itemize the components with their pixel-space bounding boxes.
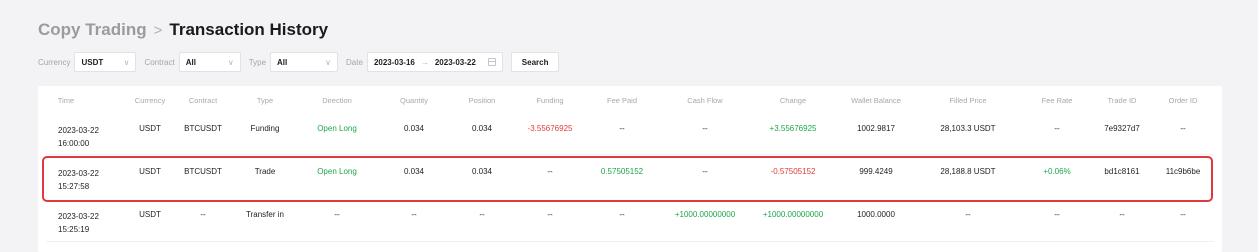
header-type: Type bbox=[256, 96, 274, 105]
time-clock: 15:27:58 bbox=[58, 182, 90, 191]
header-time: Time bbox=[57, 96, 75, 105]
wallet-balance-cell: 999.4249 bbox=[859, 167, 893, 176]
date-label: Date bbox=[346, 57, 363, 67]
header-wallet-balance: Wallet Balance bbox=[851, 96, 901, 105]
direction-cell: -- bbox=[334, 210, 340, 219]
date-range-picker[interactable]: 2023-03-16 → 2023-03-22 bbox=[366, 52, 503, 72]
header-fee-rate: Fee Rate bbox=[1041, 96, 1073, 105]
currency-cell: USDT bbox=[139, 167, 161, 176]
contract-cell: -- bbox=[200, 210, 206, 219]
funding-cell: -- bbox=[547, 167, 553, 176]
currency-cell: USDT bbox=[139, 210, 161, 219]
time-clock: 15:25:19 bbox=[58, 225, 90, 234]
fee-rate-cell: -- bbox=[1054, 124, 1060, 133]
chevron-down-icon: ∨ bbox=[325, 57, 332, 67]
cash-flow-cell: +1000.00000000 bbox=[674, 210, 736, 219]
header-contract: Contract bbox=[188, 96, 218, 105]
funding-cell: -3.55676925 bbox=[527, 124, 573, 133]
fee-paid-cell: -- bbox=[619, 210, 625, 219]
cash-flow-cell: -- bbox=[702, 124, 708, 133]
page-title: Transaction History bbox=[169, 20, 329, 39]
header-quantity: Quantity bbox=[400, 96, 428, 105]
currency-select[interactable]: USDT ∨ bbox=[74, 52, 137, 72]
time-date: 2023-03-22 bbox=[58, 212, 99, 221]
type-select-value: All bbox=[277, 57, 288, 67]
breadcrumb-separator-icon: > bbox=[153, 21, 163, 39]
row-divider bbox=[46, 154, 1214, 155]
type-cell: Transfer in bbox=[246, 210, 284, 219]
arrow-right-icon: → bbox=[420, 57, 429, 67]
header-direction: Direction bbox=[322, 96, 352, 105]
header-fee-paid: Fee Paid bbox=[606, 96, 638, 105]
order-id-cell: 11c9b6be bbox=[1165, 167, 1201, 176]
wallet-balance-cell: 1002.9817 bbox=[857, 124, 895, 133]
currency-cell: USDT bbox=[139, 124, 161, 133]
time-date: 2023-03-22 bbox=[58, 169, 99, 178]
trade-id-cell: 7e9327d7 bbox=[1104, 124, 1140, 133]
trade-id-cell: bd1c8161 bbox=[1104, 167, 1140, 176]
currency-select-value: USDT bbox=[81, 57, 104, 67]
type-select[interactable]: All ∨ bbox=[270, 52, 339, 72]
time-clock: 16:00:00 bbox=[58, 139, 90, 148]
type-cell: Funding bbox=[250, 124, 280, 133]
direction-cell: Open Long bbox=[317, 167, 357, 176]
change-cell: +1000.00000000 bbox=[762, 210, 824, 219]
header-change: Change bbox=[779, 96, 807, 105]
quantity-cell: 0.034 bbox=[403, 124, 425, 133]
time-cell: 2023-03-22 15:25:19 bbox=[58, 210, 99, 236]
order-id-cell: -- bbox=[1180, 124, 1186, 133]
fee-rate-cell: +0.06% bbox=[1043, 167, 1071, 176]
position-cell: -- bbox=[479, 210, 485, 219]
row-divider bbox=[46, 241, 1214, 242]
header-cash-flow: Cash Flow bbox=[687, 96, 723, 105]
date-start[interactable]: 2023-03-16 bbox=[374, 58, 415, 67]
filled-price-cell: 28,103.3 USDT bbox=[940, 124, 996, 133]
header-filled-price: Filled Price bbox=[949, 96, 987, 105]
wallet-balance-cell: 1000.0000 bbox=[857, 210, 895, 219]
cash-flow-cell: -- bbox=[702, 167, 708, 176]
contract-cell: BTCUSDT bbox=[184, 124, 222, 133]
filled-price-cell: -- bbox=[965, 210, 971, 219]
direction-cell: Open Long bbox=[317, 124, 357, 133]
fee-paid-cell: -- bbox=[619, 124, 625, 133]
type-label: Type bbox=[248, 57, 267, 67]
filter-bar: Currency USDT ∨ Contract All ∨ Type All … bbox=[38, 52, 560, 72]
search-button[interactable]: Search bbox=[510, 52, 560, 72]
breadcrumb: Copy Trading > Transaction History bbox=[38, 20, 328, 40]
breadcrumb-parent-link[interactable]: Copy Trading bbox=[38, 20, 147, 40]
trade-id-cell: -- bbox=[1119, 210, 1125, 219]
change-cell: -0.57505152 bbox=[770, 167, 816, 176]
funding-cell: -- bbox=[547, 210, 553, 219]
type-cell: Trade bbox=[254, 167, 276, 176]
header-currency: Currency bbox=[134, 96, 166, 105]
time-cell: 2023-03-22 16:00:00 bbox=[58, 124, 99, 150]
time-date: 2023-03-22 bbox=[58, 126, 99, 135]
position-cell: 0.034 bbox=[471, 124, 493, 133]
fee-rate-cell: -- bbox=[1054, 210, 1060, 219]
contract-select[interactable]: All ∨ bbox=[178, 52, 241, 72]
header-trade-id: Trade ID bbox=[1107, 96, 1137, 105]
time-cell: 2023-03-22 15:27:58 bbox=[58, 167, 99, 193]
header-funding: Funding bbox=[536, 96, 564, 105]
quantity-cell: 0.034 bbox=[403, 167, 425, 176]
contract-label: Contract bbox=[144, 57, 175, 67]
quantity-cell: -- bbox=[411, 210, 417, 219]
header-order-id: Order ID bbox=[1168, 96, 1198, 105]
contract-select-value: All bbox=[185, 57, 196, 67]
chevron-down-icon: ∨ bbox=[227, 57, 234, 67]
highlighted-row-outline bbox=[42, 156, 1213, 202]
calendar-icon[interactable] bbox=[487, 58, 496, 66]
filled-price-cell: 28,188.8 USDT bbox=[940, 167, 996, 176]
change-cell: +3.55676925 bbox=[769, 124, 817, 133]
position-cell: 0.034 bbox=[471, 167, 493, 176]
date-end[interactable]: 2023-03-22 bbox=[435, 58, 476, 67]
fee-paid-cell: 0.57505152 bbox=[600, 167, 644, 176]
currency-label: Currency bbox=[38, 57, 71, 67]
chevron-down-icon: ∨ bbox=[123, 57, 130, 67]
order-id-cell: -- bbox=[1180, 210, 1186, 219]
contract-cell: BTCUSDT bbox=[184, 167, 222, 176]
header-position: Position bbox=[468, 96, 496, 105]
